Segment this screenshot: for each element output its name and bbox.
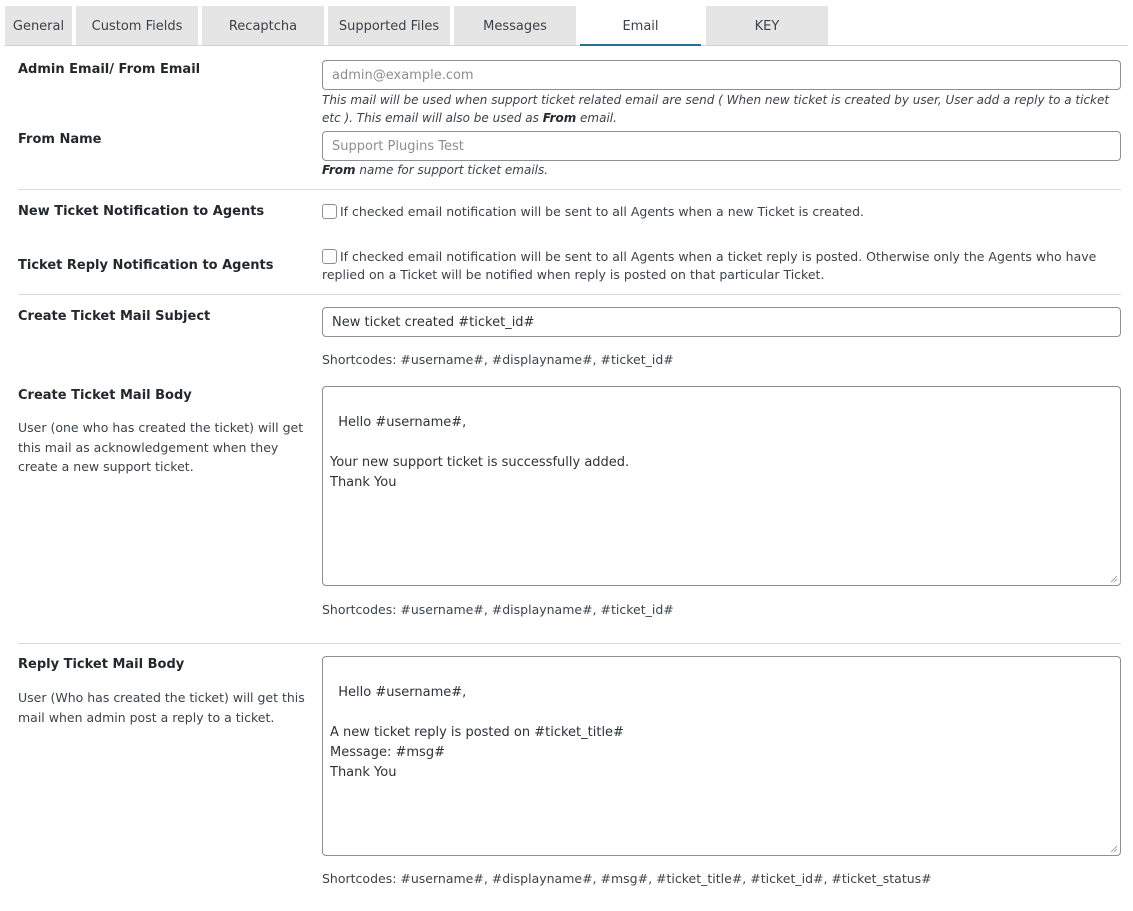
admin-email-input[interactable] (322, 60, 1121, 90)
reply-body-label: Reply Ticket Mail Body (18, 657, 185, 672)
resize-grip-icon[interactable] (1109, 844, 1118, 853)
from-name-input[interactable] (322, 131, 1121, 161)
tab-messages[interactable]: Messages (454, 6, 576, 45)
new-ticket-notification-label: New Ticket Notification to Agents (18, 204, 265, 219)
section-divider (18, 643, 1121, 644)
reply-body-text: Hello #username#, A new ticket reply is … (330, 685, 624, 780)
tab-supported-files[interactable]: Supported Files (328, 6, 450, 45)
new-ticket-notification-checkbox[interactable] (322, 204, 337, 219)
create-subject-input[interactable] (322, 307, 1121, 337)
new-ticket-notification-description: If checked email notification will be se… (340, 204, 864, 219)
tab-general[interactable]: General (5, 6, 72, 45)
reply-body-description: User (Who has created the ticket) will g… (18, 690, 305, 725)
create-subject-shortcodes: Shortcodes: #username#, #displayname#, #… (322, 352, 674, 367)
create-subject-label: Create Ticket Mail Subject (18, 309, 211, 324)
ticket-reply-notification-label: Ticket Reply Notification to Agents (18, 258, 274, 273)
admin-email-help: This mail will be used when support tick… (322, 93, 1110, 125)
reply-body-textarea[interactable]: Hello #username#, A new ticket reply is … (322, 656, 1121, 856)
ticket-reply-notification-row: If checked email notification will be se… (322, 248, 1117, 284)
create-body-text: Hello #username#, Your new support ticke… (330, 415, 630, 490)
create-body-textarea[interactable]: Hello #username#, Your new support ticke… (322, 386, 1121, 586)
tab-recaptcha[interactable]: Recaptcha (202, 6, 324, 45)
settings-tabs: General Custom Fields Recaptcha Supporte… (0, 0, 1133, 46)
ticket-reply-notification-checkbox[interactable] (322, 249, 337, 264)
ticket-reply-notification-description: If checked email notification will be se… (322, 249, 1097, 282)
section-divider (18, 294, 1121, 295)
create-body-description: User (one who has created the ticket) wi… (18, 420, 304, 474)
admin-email-label: Admin Email/ From Email (18, 62, 201, 77)
tab-custom-fields[interactable]: Custom Fields (76, 6, 198, 45)
create-body-shortcodes: Shortcodes: #username#, #displayname#, #… (322, 602, 674, 617)
reply-body-shortcodes: Shortcodes: #username#, #displayname#, #… (322, 871, 932, 886)
tab-key[interactable]: KEY (706, 6, 828, 45)
from-name-help: From name for support ticket emails. (322, 163, 549, 177)
new-ticket-notification-row: If checked email notification will be se… (322, 203, 1117, 221)
from-name-label: From Name (18, 132, 102, 147)
section-divider (18, 189, 1121, 190)
resize-grip-icon[interactable] (1109, 574, 1118, 583)
tab-email[interactable]: Email (580, 6, 701, 46)
create-body-label: Create Ticket Mail Body (18, 388, 192, 403)
